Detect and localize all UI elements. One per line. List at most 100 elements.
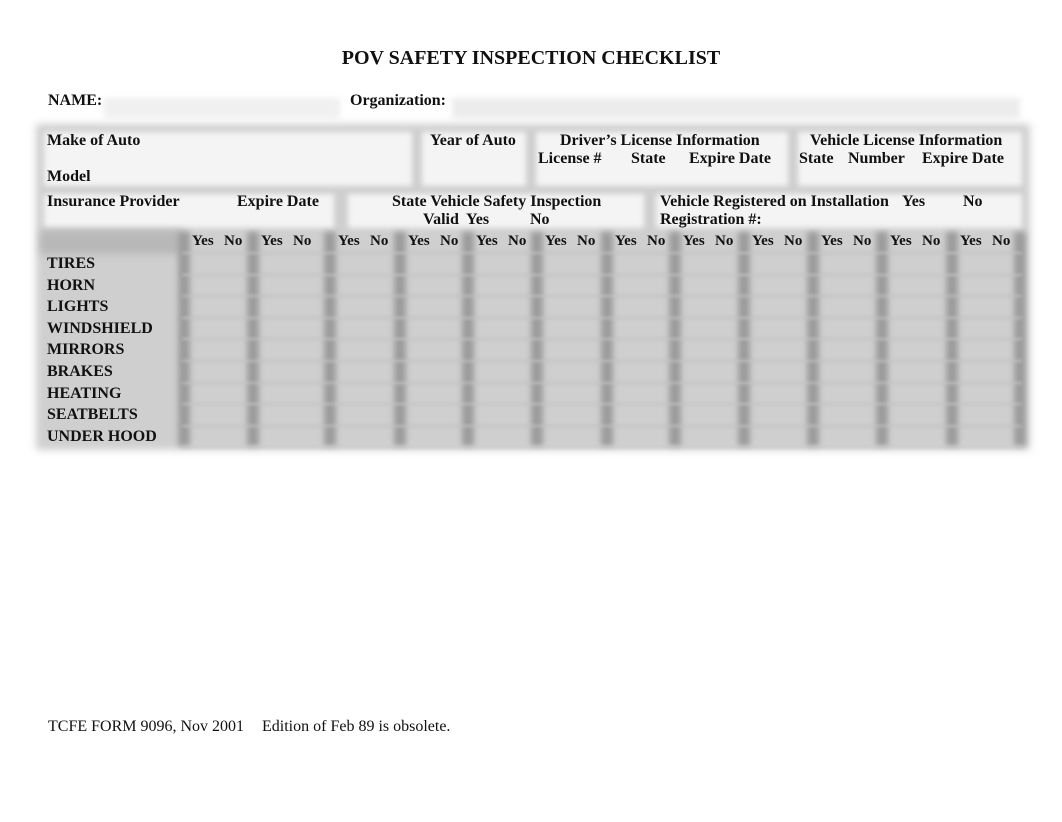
checklist-yes-checkbox[interactable] — [543, 321, 571, 339]
checklist-yes-checkbox[interactable] — [613, 256, 641, 274]
checklist-yes-checkbox[interactable] — [336, 429, 364, 447]
checklist-no-checkbox[interactable] — [645, 299, 673, 317]
checklist-yes-checkbox[interactable] — [474, 278, 502, 296]
checklist-no-checkbox[interactable] — [920, 386, 948, 404]
checklist-yes-checkbox[interactable] — [190, 278, 218, 296]
checklist-no-checkbox[interactable] — [990, 256, 1018, 274]
checklist-yes-checkbox[interactable] — [613, 342, 641, 360]
checklist-no-checkbox[interactable] — [645, 386, 673, 404]
checklist-no-checkbox[interactable] — [713, 386, 741, 404]
checklist-no-checkbox[interactable] — [851, 256, 879, 274]
checklist-yes-checkbox[interactable] — [336, 364, 364, 382]
checklist-no-checkbox[interactable] — [713, 256, 741, 274]
checklist-no-checkbox[interactable] — [291, 407, 319, 425]
checklist-yes-checkbox[interactable] — [259, 256, 287, 274]
checklist-no-checkbox[interactable] — [645, 407, 673, 425]
checklist-no-checkbox[interactable] — [222, 407, 250, 425]
checklist-yes-checkbox[interactable] — [406, 342, 434, 360]
checklist-yes-checkbox[interactable] — [190, 386, 218, 404]
checklist-no-checkbox[interactable] — [782, 364, 810, 382]
checklist-yes-checkbox[interactable] — [543, 407, 571, 425]
checklist-no-checkbox[interactable] — [222, 256, 250, 274]
checklist-no-checkbox[interactable] — [368, 299, 396, 317]
checklist-no-checkbox[interactable] — [291, 342, 319, 360]
checklist-yes-checkbox[interactable] — [259, 407, 287, 425]
checklist-yes-checkbox[interactable] — [406, 278, 434, 296]
checklist-no-checkbox[interactable] — [920, 342, 948, 360]
checklist-yes-checkbox[interactable] — [819, 342, 847, 360]
checklist-yes-checkbox[interactable] — [750, 256, 778, 274]
checklist-no-checkbox[interactable] — [713, 321, 741, 339]
checklist-no-checkbox[interactable] — [222, 299, 250, 317]
checklist-yes-checkbox[interactable] — [613, 364, 641, 382]
checklist-yes-checkbox[interactable] — [888, 299, 916, 317]
checklist-no-checkbox[interactable] — [851, 299, 879, 317]
checklist-no-checkbox[interactable] — [645, 278, 673, 296]
checklist-yes-checkbox[interactable] — [474, 299, 502, 317]
checklist-yes-checkbox[interactable] — [613, 321, 641, 339]
checklist-yes-checkbox[interactable] — [190, 407, 218, 425]
checklist-yes-checkbox[interactable] — [336, 407, 364, 425]
checklist-no-checkbox[interactable] — [506, 256, 534, 274]
checklist-no-checkbox[interactable] — [506, 299, 534, 317]
checklist-no-checkbox[interactable] — [368, 407, 396, 425]
checklist-no-checkbox[interactable] — [438, 429, 466, 447]
checklist-no-checkbox[interactable] — [368, 256, 396, 274]
checklist-yes-checkbox[interactable] — [406, 299, 434, 317]
checklist-no-checkbox[interactable] — [645, 342, 673, 360]
checklist-yes-checkbox[interactable] — [543, 364, 571, 382]
checklist-yes-checkbox[interactable] — [750, 278, 778, 296]
checklist-yes-checkbox[interactable] — [750, 364, 778, 382]
checklist-no-checkbox[interactable] — [990, 278, 1018, 296]
checklist-no-checkbox[interactable] — [782, 386, 810, 404]
checklist-no-checkbox[interactable] — [438, 299, 466, 317]
checklist-no-checkbox[interactable] — [920, 299, 948, 317]
checklist-yes-checkbox[interactable] — [406, 321, 434, 339]
checklist-no-checkbox[interactable] — [291, 364, 319, 382]
checklist-no-checkbox[interactable] — [368, 364, 396, 382]
checklist-no-checkbox[interactable] — [782, 429, 810, 447]
checklist-yes-checkbox[interactable] — [958, 386, 986, 404]
checklist-yes-checkbox[interactable] — [336, 386, 364, 404]
checklist-yes-checkbox[interactable] — [613, 386, 641, 404]
checklist-yes-checkbox[interactable] — [958, 256, 986, 274]
checklist-yes-checkbox[interactable] — [888, 278, 916, 296]
checklist-yes-checkbox[interactable] — [336, 278, 364, 296]
checklist-yes-checkbox[interactable] — [613, 278, 641, 296]
checklist-yes-checkbox[interactable] — [888, 256, 916, 274]
checklist-no-checkbox[interactable] — [506, 342, 534, 360]
checklist-yes-checkbox[interactable] — [406, 256, 434, 274]
checklist-yes-checkbox[interactable] — [819, 256, 847, 274]
checklist-no-checkbox[interactable] — [291, 321, 319, 339]
checklist-yes-checkbox[interactable] — [543, 429, 571, 447]
checklist-no-checkbox[interactable] — [645, 429, 673, 447]
checklist-yes-checkbox[interactable] — [474, 429, 502, 447]
checklist-yes-checkbox[interactable] — [259, 278, 287, 296]
checklist-no-checkbox[interactable] — [506, 364, 534, 382]
checklist-no-checkbox[interactable] — [990, 342, 1018, 360]
checklist-no-checkbox[interactable] — [575, 342, 603, 360]
checklist-no-checkbox[interactable] — [438, 278, 466, 296]
checklist-no-checkbox[interactable] — [920, 429, 948, 447]
checklist-yes-checkbox[interactable] — [474, 256, 502, 274]
checklist-no-checkbox[interactable] — [782, 256, 810, 274]
checklist-yes-checkbox[interactable] — [474, 321, 502, 339]
checklist-yes-checkbox[interactable] — [681, 278, 709, 296]
checklist-no-checkbox[interactable] — [575, 299, 603, 317]
checklist-yes-checkbox[interactable] — [259, 364, 287, 382]
checklist-no-checkbox[interactable] — [291, 278, 319, 296]
checklist-yes-checkbox[interactable] — [474, 342, 502, 360]
checklist-yes-checkbox[interactable] — [190, 299, 218, 317]
checklist-no-checkbox[interactable] — [222, 278, 250, 296]
checklist-yes-checkbox[interactable] — [259, 386, 287, 404]
checklist-no-checkbox[interactable] — [222, 321, 250, 339]
checklist-no-checkbox[interactable] — [990, 407, 1018, 425]
checklist-yes-checkbox[interactable] — [681, 256, 709, 274]
organization-field[interactable] — [456, 92, 1016, 112]
checklist-no-checkbox[interactable] — [782, 407, 810, 425]
checklist-yes-checkbox[interactable] — [190, 429, 218, 447]
checklist-yes-checkbox[interactable] — [819, 407, 847, 425]
checklist-no-checkbox[interactable] — [713, 278, 741, 296]
checklist-yes-checkbox[interactable] — [888, 407, 916, 425]
checklist-yes-checkbox[interactable] — [888, 321, 916, 339]
